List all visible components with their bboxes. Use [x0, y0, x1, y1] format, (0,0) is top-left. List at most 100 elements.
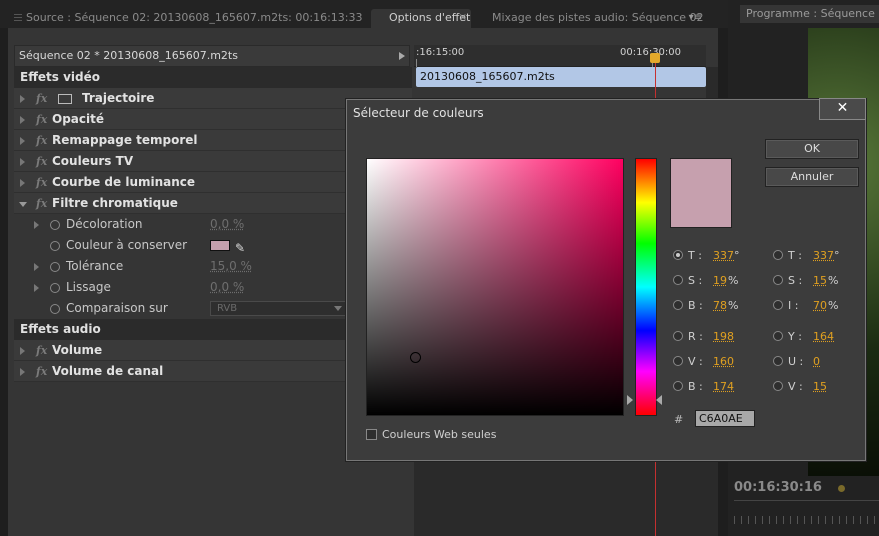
fx-icon[interactable]: fx — [36, 361, 47, 382]
fx-icon[interactable]: fx — [36, 88, 47, 109]
field-unit: % — [828, 299, 839, 312]
rgb-red-value[interactable]: 198 — [713, 330, 734, 343]
cancel-button[interactable]: Annuler — [765, 167, 859, 187]
param-label: Tolérance — [66, 259, 124, 273]
radio-u[interactable] — [773, 356, 783, 366]
web-colors-checkbox[interactable] — [366, 429, 377, 440]
program-time-ruler[interactable] — [734, 500, 879, 524]
expand-triangle-icon[interactable] — [20, 137, 25, 145]
playhead-handle-icon[interactable] — [650, 53, 660, 63]
expand-triangle-icon[interactable] — [20, 95, 25, 103]
param-label: Décoloration — [66, 217, 143, 231]
field-unit: % — [728, 299, 739, 312]
marker-icon[interactable] — [838, 485, 845, 492]
timeline-clip[interactable]: 20130608_165607.m2ts — [416, 67, 706, 87]
expand-triangle-icon[interactable] — [20, 116, 25, 124]
hex-hash-label: # — [674, 413, 684, 426]
hsb-saturation-value[interactable]: 19 — [713, 274, 727, 287]
effect-label: Couleurs TV — [52, 154, 134, 168]
rgb-green-value[interactable]: 160 — [713, 355, 734, 368]
tab-source-label: Source : Séquence 02: 20130608_165607.m2… — [26, 11, 363, 24]
hue-marker-right-icon[interactable] — [656, 395, 662, 405]
compare-dropdown[interactable]: RVB — [210, 301, 346, 316]
panel-menu-icon[interactable]: ▾≡ — [689, 9, 702, 27]
collapse-triangle-icon[interactable] — [19, 202, 27, 207]
radio-red[interactable] — [673, 331, 683, 341]
expand-triangle-icon[interactable] — [20, 179, 25, 187]
radio-green[interactable] — [673, 356, 683, 366]
stopwatch-icon[interactable] — [50, 283, 60, 293]
yuv-u-value[interactable]: 0 — [813, 355, 820, 368]
param-value[interactable]: 0,0 % — [210, 214, 244, 235]
radio-v[interactable] — [773, 381, 783, 391]
field-label: U : — [788, 355, 804, 368]
fx-icon[interactable]: fx — [36, 109, 47, 130]
effect-timeline-ruler[interactable]: :16:15:00 00:16:30:00 — [414, 45, 706, 67]
param-value[interactable]: 15,0 % — [210, 256, 252, 277]
yuv-y-value[interactable]: 164 — [813, 330, 834, 343]
hsb-brightness-value[interactable]: 78 — [713, 299, 727, 312]
ok-button[interactable]: OK — [765, 139, 859, 159]
saturation-brightness-field[interactable] — [366, 158, 624, 416]
ruler-tick — [416, 59, 417, 67]
field-label: I : — [788, 299, 799, 312]
tab-audio-mixer[interactable]: Mixage des pistes audio: Séquence 02 ▾≡ — [474, 9, 718, 28]
yuv-v-value[interactable]: 15 — [813, 380, 827, 393]
radio-blue[interactable] — [673, 381, 683, 391]
radio-brightness[interactable] — [673, 300, 683, 310]
param-label: Comparaison sur — [66, 301, 168, 315]
radio-hue[interactable] — [673, 250, 683, 260]
hue-marker-left-icon[interactable] — [627, 395, 633, 405]
hex-input[interactable]: C6A0AE — [695, 410, 755, 427]
ruler-tick-label: :16:15:00 — [416, 47, 465, 58]
tab-program[interactable]: Programme : Séquence 02 — [740, 5, 879, 23]
radio-saturation[interactable] — [673, 275, 683, 285]
expand-triangle-icon[interactable] — [34, 284, 39, 292]
param-value[interactable]: 0,0 % — [210, 277, 244, 298]
fx-icon[interactable]: fx — [36, 193, 47, 214]
field-label: S : — [788, 274, 803, 287]
expand-triangle-icon[interactable] — [20, 347, 25, 355]
hsl-saturation-value[interactable]: 15 — [813, 274, 827, 287]
field-unit: % — [828, 274, 839, 287]
expand-triangle-icon[interactable] — [20, 158, 25, 166]
sequence-clip-label: Séquence 02 * 20130608_165607.m2ts — [14, 45, 410, 67]
expand-triangle-icon[interactable] — [34, 221, 39, 229]
video-effects-header: Effets vidéo — [14, 67, 412, 88]
dialog-close-button[interactable]: ✕ — [819, 98, 866, 120]
color-swatch[interactable] — [210, 240, 230, 251]
radio-hsl-saturation[interactable] — [773, 275, 783, 285]
close-icon[interactable]: × — [459, 9, 467, 27]
effect-label: Volume de canal — [52, 364, 164, 378]
hsl-intensity-value[interactable]: 70 — [813, 299, 827, 312]
radio-y[interactable] — [773, 331, 783, 341]
field-label: T : — [788, 249, 802, 262]
fx-icon[interactable]: fx — [36, 151, 47, 172]
program-timecode[interactable]: 00:16:30:16 — [734, 480, 822, 495]
stopwatch-icon[interactable] — [50, 241, 60, 251]
fx-icon[interactable]: fx — [36, 172, 47, 193]
field-label: S : — [688, 274, 703, 287]
stopwatch-icon[interactable] — [50, 262, 60, 272]
effect-label: Volume — [52, 343, 103, 357]
field-label: Y : — [788, 330, 802, 343]
expand-triangle-icon[interactable] — [20, 368, 25, 376]
expand-triangle-icon[interactable] — [34, 263, 39, 271]
radio-hsl-hue[interactable] — [773, 250, 783, 260]
fx-icon[interactable]: fx — [36, 130, 47, 151]
transform-icon[interactable] — [58, 94, 72, 104]
show-timeline-arrow-icon[interactable] — [399, 52, 405, 60]
rgb-blue-value[interactable]: 174 — [713, 380, 734, 393]
stopwatch-icon[interactable] — [50, 220, 60, 230]
tab-source[interactable]: Source : Séquence 02: 20130608_165607.m2… — [8, 9, 366, 28]
effect-label: Opacité — [52, 112, 104, 126]
tab-effect-options[interactable]: Options d'effet × — [371, 9, 471, 28]
hsb-hue-value[interactable]: 337 — [713, 249, 734, 262]
hsl-hue-value[interactable]: 337 — [813, 249, 834, 262]
stopwatch-icon[interactable] — [50, 304, 60, 314]
hue-slider[interactable] — [635, 158, 657, 416]
chevron-down-icon — [334, 306, 342, 311]
radio-hsl-intensity[interactable] — [773, 300, 783, 310]
color-cursor-icon[interactable] — [410, 352, 421, 363]
fx-icon[interactable]: fx — [36, 340, 47, 361]
